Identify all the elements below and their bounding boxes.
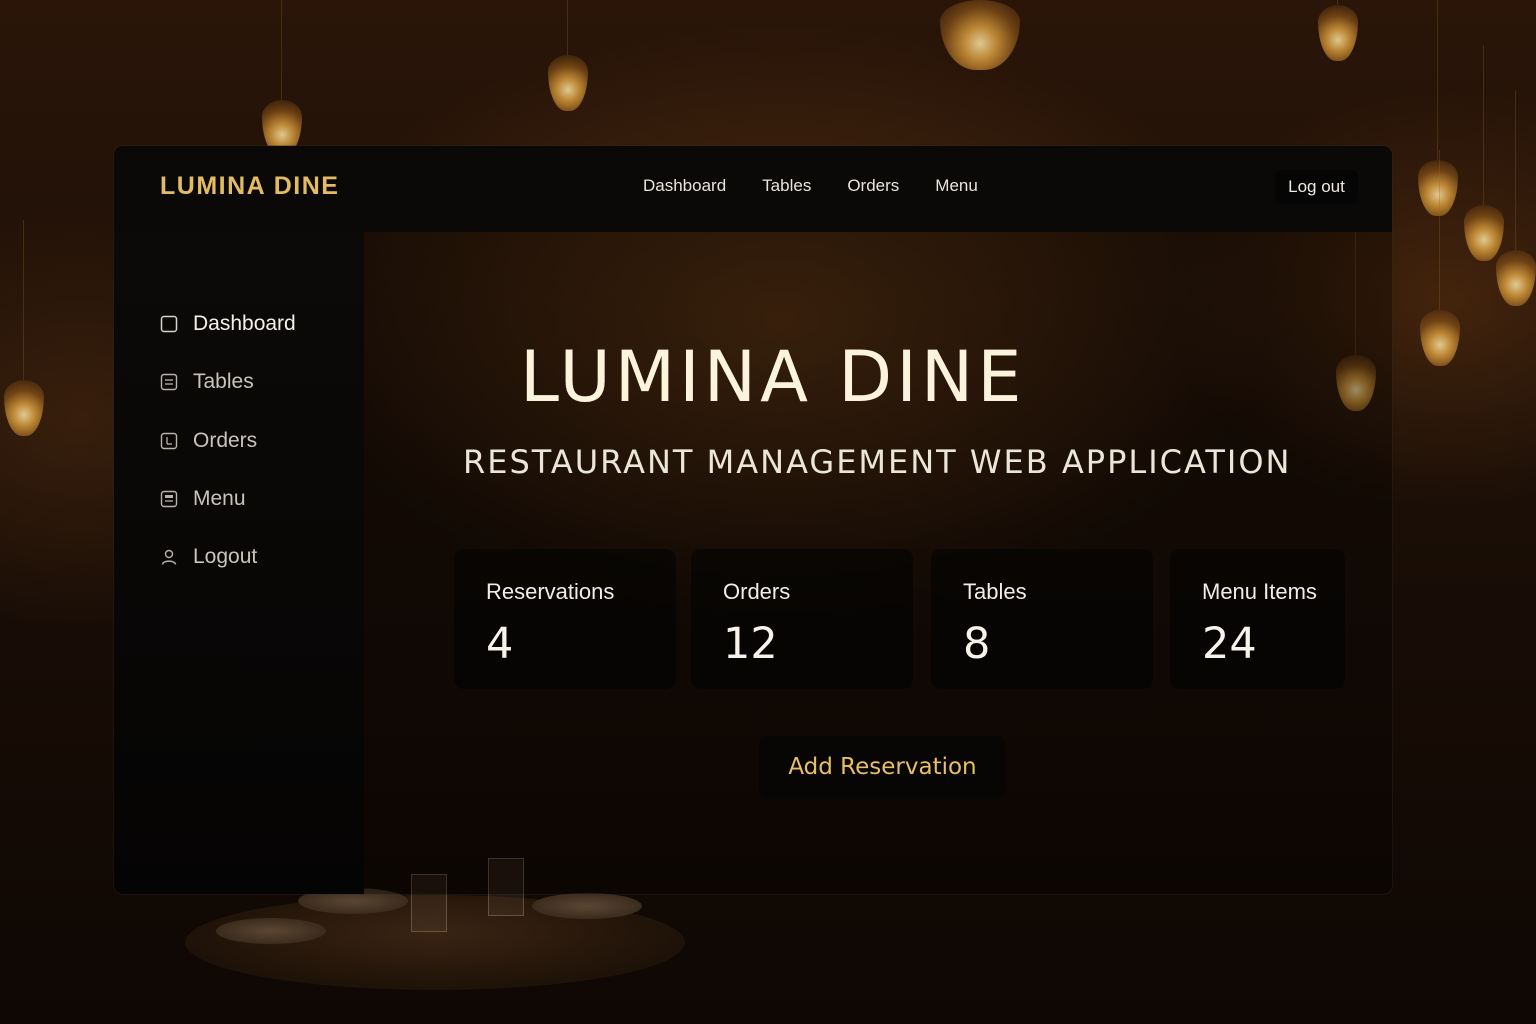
sidebar-item-label: Dashboard bbox=[193, 312, 296, 335]
brand-logo[interactable]: LUMINA DINE bbox=[160, 172, 339, 201]
stat-card-reservations[interactable]: Reservations 4 bbox=[454, 549, 676, 689]
pendant-lamp-icon bbox=[4, 220, 44, 436]
stat-label: Orders bbox=[723, 579, 791, 604]
sidebar-item-label: Logout bbox=[193, 545, 258, 568]
top-navbar: LUMINA DINE Dashboard Tables Orders Menu… bbox=[114, 146, 1392, 232]
hero-subtitle: RESTAURANT MANAGEMENT WEB APPLICATION bbox=[463, 443, 1292, 481]
square-icon bbox=[160, 315, 178, 333]
sidebar-item-orders[interactable]: Orders bbox=[160, 429, 257, 453]
sidebar-item-label: Tables bbox=[193, 370, 254, 393]
topnav-orders-link[interactable]: Orders bbox=[847, 176, 899, 196]
plate bbox=[532, 893, 642, 919]
add-reservation-button[interactable]: Add Reservation bbox=[759, 736, 1006, 799]
hero-title: LUMINA DINE bbox=[520, 336, 1026, 418]
stat-label: Tables bbox=[963, 579, 1027, 604]
pendant-lamp-icon bbox=[1496, 90, 1536, 306]
top-nav: Dashboard Tables Orders Menu bbox=[643, 176, 1014, 196]
user-icon bbox=[160, 548, 178, 566]
pendant-lamp-icon bbox=[940, 0, 1020, 70]
pendant-lamp-icon bbox=[1464, 45, 1504, 261]
sidebar-item-tables[interactable]: Tables bbox=[160, 370, 254, 394]
pendant-lamp-icon bbox=[1418, 0, 1458, 216]
sidebar-item-label: Orders bbox=[193, 429, 258, 452]
sidebar: Dashboard Tables Orders Menu Logout bbox=[114, 232, 364, 894]
stat-value: 24 bbox=[1202, 619, 1257, 669]
plate bbox=[216, 918, 326, 944]
topnav-dashboard-link[interactable]: Dashboard bbox=[643, 176, 726, 196]
logout-button[interactable]: Log out bbox=[1275, 170, 1358, 204]
book-icon bbox=[160, 490, 178, 508]
sidebar-item-logout[interactable]: Logout bbox=[160, 545, 257, 569]
stat-value: 4 bbox=[486, 619, 514, 669]
sidebar-item-label: Menu bbox=[193, 487, 246, 510]
topnav-menu-link[interactable]: Menu bbox=[935, 176, 978, 196]
stat-label: Reservations bbox=[486, 579, 615, 604]
pendant-lamp-icon bbox=[1420, 150, 1460, 366]
pendant-lamp-icon bbox=[548, 0, 588, 111]
sidebar-item-dashboard[interactable]: Dashboard bbox=[160, 312, 296, 336]
sidebar-item-menu[interactable]: Menu bbox=[160, 487, 246, 511]
topnav-tables-link[interactable]: Tables bbox=[762, 176, 811, 196]
app-window: LUMINA DINE Dashboard Tables Orders Menu… bbox=[113, 145, 1393, 895]
stat-card-orders[interactable]: Orders 12 bbox=[691, 549, 913, 689]
stat-label: Menu Items bbox=[1202, 579, 1317, 604]
receipt-icon bbox=[160, 432, 178, 450]
list-icon bbox=[160, 373, 178, 391]
stat-card-tables[interactable]: Tables 8 bbox=[931, 549, 1153, 689]
stat-value: 8 bbox=[963, 619, 991, 669]
stat-value: 12 bbox=[723, 619, 778, 669]
pendant-lamp-icon bbox=[1318, 0, 1358, 61]
stat-card-menu-items[interactable]: Menu Items 24 bbox=[1170, 549, 1345, 689]
